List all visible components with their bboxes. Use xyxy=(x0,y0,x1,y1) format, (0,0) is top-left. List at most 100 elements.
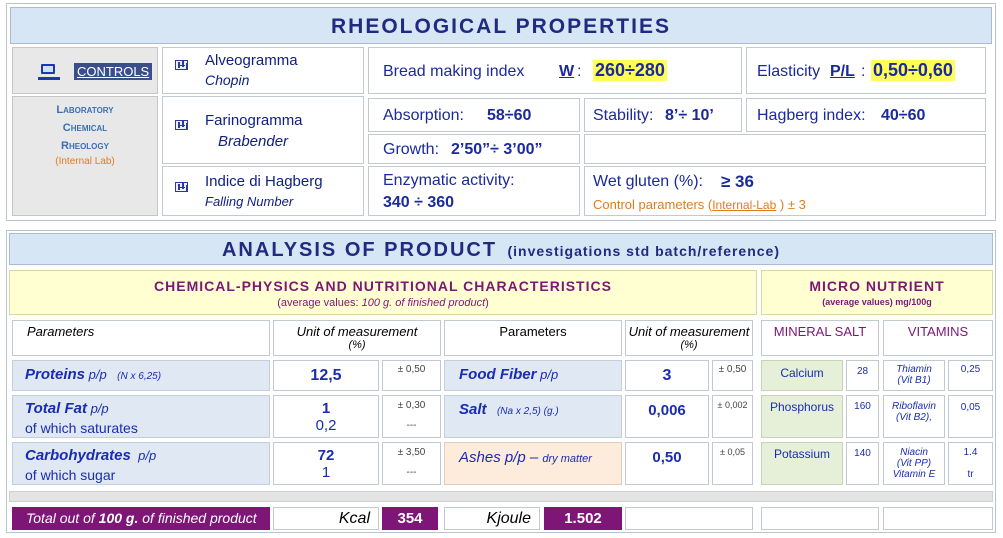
vitamin-value: 0,05 xyxy=(960,402,981,413)
value-food-fiber: 3 xyxy=(625,360,709,391)
test-farinogramma[interactable]: Farinogramma Brabender xyxy=(162,96,364,164)
col-unit-left: Unit of measurement (%) xyxy=(273,320,441,356)
test-sub: Brabender xyxy=(218,133,289,150)
chart-icon xyxy=(175,182,188,192)
elasticity-label: Elasticity xyxy=(757,63,821,80)
mineral-name: Calcium xyxy=(780,366,824,380)
param-sub-label: of which saturates xyxy=(25,420,138,436)
param-tolerance: ± 3,50 xyxy=(397,447,426,458)
enzymatic-value: 340 ÷ 360 xyxy=(383,194,455,211)
param-value: 12,5 xyxy=(310,367,342,384)
param-tolerance: ± 0,30 xyxy=(397,400,426,411)
vitamin-name: Thiamin xyxy=(896,364,932,375)
gluten-value: ≥ 36 xyxy=(721,172,754,191)
col-vitamins: VITAMINS xyxy=(883,320,993,356)
chem-title: CHEMICAL-PHYSICS AND NUTRITIONAL CHARACT… xyxy=(154,278,612,294)
mineral-calcium: Calcium xyxy=(761,360,843,391)
param-suffix: p/p xyxy=(85,367,107,382)
vitamin-value: 1.4 xyxy=(963,447,978,458)
lab-info-box: Laboratory Chemical Rheology (Internal L… xyxy=(12,96,158,216)
param-carbohydrates: Carbohydrates p/p of which sugar xyxy=(12,442,270,485)
tol-food-fiber: ± 0,50 xyxy=(712,360,753,391)
empty-total-cell xyxy=(883,507,993,530)
param-label: Ashes p/p – xyxy=(459,449,543,466)
elasticity-colon: : xyxy=(861,63,866,80)
absorption-value: 58÷60 xyxy=(487,107,532,124)
param-label: Proteins xyxy=(25,366,86,383)
test-hagberg[interactable]: Indice di Hagberg Falling Number xyxy=(162,166,364,216)
vitamin-value-2: tr xyxy=(967,469,974,480)
param-value: 1 xyxy=(321,400,331,417)
hagberg-label: Hagberg index: xyxy=(757,107,866,124)
control-params-pre: Control parameters ( xyxy=(593,197,713,212)
enzymatic-label: Enzymatic activity: xyxy=(383,172,515,189)
param-label-wrap: Total Fat p/p xyxy=(25,400,109,418)
vitamin-subname: (Vit B2), xyxy=(896,412,932,423)
lab-line-1: Laboratory xyxy=(56,104,114,116)
param-label-wrap: Salt (Na x 2,5) (g.) xyxy=(459,401,559,419)
vitamin-thiamin: Thiamin (Vit B1) xyxy=(883,360,945,391)
param-suffix: dry matter xyxy=(542,453,592,465)
mineral-phosphorus: Phosphorus xyxy=(761,395,843,438)
vitamin-name: Riboflavin xyxy=(892,401,936,412)
vitamin-niacin-value: 1.4 tr xyxy=(948,442,993,485)
mineral-value: 28 xyxy=(856,366,869,377)
col-unit-sub: (%) xyxy=(680,339,698,351)
param-tolerance: ± 0,002 xyxy=(717,400,748,410)
mineral-salt-label: MINERAL SALT xyxy=(773,324,867,339)
growth-value: 2’50”÷ 3’00” xyxy=(451,141,543,158)
tol-ashes: ± 0,05 xyxy=(712,442,753,485)
total-bold: 100 g. xyxy=(98,510,139,526)
chem-subtitle: (average values: 100 g. of finished prod… xyxy=(10,297,756,309)
kcal-value: 354 xyxy=(382,507,438,530)
param-sub-tolerance: --- xyxy=(406,467,417,478)
elasticity-key: P/L xyxy=(830,63,855,80)
vitamin-subname: (Vit PP) xyxy=(896,458,932,469)
internal-lab-link[interactable]: Internal-Lab xyxy=(712,198,776,212)
controls-button[interactable]: CONTROLS xyxy=(12,47,158,94)
chem-sub-post: ) xyxy=(485,297,489,309)
mineral-name: Potassium xyxy=(773,447,831,461)
col-parameters-left: Parameters xyxy=(12,320,270,356)
bread-making-index: Bread making index W : 260÷280 xyxy=(368,47,742,94)
param-value: 0,006 xyxy=(648,402,686,419)
param-value: 72 xyxy=(317,447,335,464)
col-parameters-right: Parameters xyxy=(444,320,622,356)
test-name: Alveogramma xyxy=(205,52,298,69)
micro-header: MICRO NUTRIENT (average values) mg/100g xyxy=(761,270,993,315)
tol-total-fat: ± 0,30 --- xyxy=(382,395,441,438)
value-total-fat: 1 0,2 xyxy=(273,395,379,438)
col-parameters-label: Parameters xyxy=(499,324,567,339)
bread-label: Bread making index xyxy=(383,63,525,80)
vitamin-subname-2: Vitamin E xyxy=(892,469,936,480)
param-label: Food Fiber xyxy=(459,366,537,383)
absorption-label: Absorption: xyxy=(383,107,464,124)
empty-total-cell xyxy=(625,507,753,530)
empty-total-cell xyxy=(761,507,879,530)
param-suffix: p/p xyxy=(86,401,109,416)
bread-value: 260÷280 xyxy=(593,60,667,81)
control-params-post: ) ± 3 xyxy=(776,197,806,212)
separator-bar xyxy=(9,491,993,502)
lab-line-2: Chemical xyxy=(62,122,108,134)
enzymatic-activity: Enzymatic activity: 340 ÷ 360 xyxy=(368,166,580,216)
value-salt: 0,006 xyxy=(625,395,709,438)
vitamin-niacin: Niacin (Vit PP) Vitamin E xyxy=(883,442,945,485)
param-label-wrap: Carbohydrates p/p xyxy=(25,447,156,465)
hagberg-value: 40÷60 xyxy=(881,107,926,124)
micro-subtitle: (average values) mg/100g xyxy=(822,297,932,307)
param-note: (N x 6,25) xyxy=(117,371,162,382)
lab-line-4: (Internal Lab) xyxy=(55,156,115,167)
total-post: of finished product xyxy=(138,510,257,526)
bread-colon: : xyxy=(577,63,582,80)
stability-value: 8’÷ 10’ xyxy=(665,107,714,124)
stability: Stability: 8’÷ 10’ xyxy=(584,98,742,132)
total-label: Total out of 100 g. of finished product xyxy=(12,507,270,530)
analysis-title-band: ANALYSIS OF PRODUCT (investigations std … xyxy=(9,233,993,265)
test-alveogramma[interactable]: Alveogramma Chopin xyxy=(162,47,364,94)
lab-line-3: Rheology xyxy=(61,140,109,152)
param-label: Salt xyxy=(459,401,487,418)
mineral-name: Phosphorus xyxy=(769,400,835,414)
chem-header: CHEMICAL-PHYSICS AND NUTRITIONAL CHARACT… xyxy=(9,270,757,315)
test-sub: Chopin xyxy=(205,72,250,88)
